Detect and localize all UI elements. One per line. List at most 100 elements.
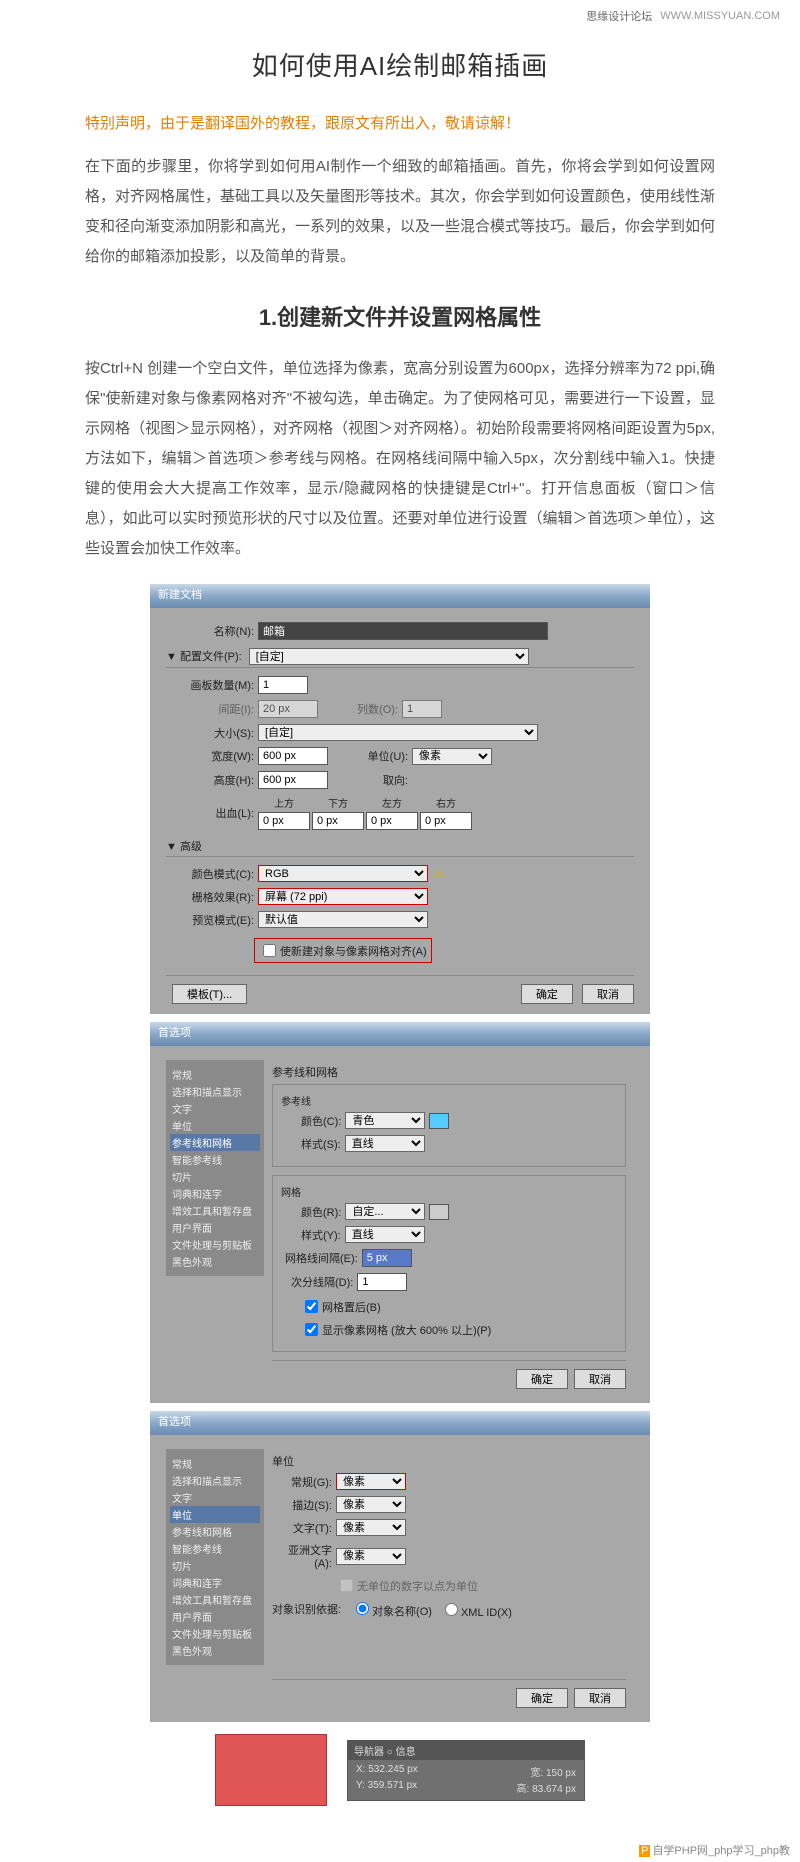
bleed-left-label: 左方 <box>366 795 418 810</box>
sidebar-item[interactable]: 切片 <box>170 1557 260 1574</box>
ok-button[interactable]: 确定 <box>521 984 573 1004</box>
dialog-title: 首选项 <box>150 1411 650 1435</box>
profile-label: 配置文件(P): <box>180 651 242 663</box>
ok-button[interactable]: 确定 <box>516 1369 568 1389</box>
sidebar-item[interactable]: 单位 <box>170 1117 260 1134</box>
bleed-top-label: 上方 <box>258 795 310 810</box>
grid-color-select[interactable]: 自定... <box>345 1203 425 1220</box>
ident-label: 对象识别依据: <box>272 1601 341 1617</box>
sidebar-item-guides[interactable]: 参考线和网格 <box>170 1134 260 1151</box>
bleed-bottom-input[interactable] <box>312 812 364 830</box>
grid-color-label: 颜色(R): <box>301 1204 341 1220</box>
sidebar-item[interactable]: 文字 <box>170 1100 260 1117</box>
ident-objname-radio[interactable] <box>356 1602 369 1615</box>
profile-select[interactable]: [自定] <box>249 648 529 665</box>
size-select[interactable]: [自定] <box>258 724 538 741</box>
colormode-select[interactable]: RGB <box>258 865 428 882</box>
grid-group-label: 网格 <box>281 1184 617 1199</box>
sidebar-item[interactable]: 选择和描点显示 <box>170 1472 260 1489</box>
bleed-left-input[interactable] <box>366 812 418 830</box>
ident-objname-label: 对象名称(O) <box>372 1606 432 1618</box>
sidebar-item[interactable]: 增效工具和暂存盘 <box>170 1202 260 1219</box>
info-panel: 导航器 ○ 信息 X: 532.245 px宽: 150 px Y: 359.5… <box>347 1740 585 1801</box>
ident-xml-radio[interactable] <box>445 1603 458 1616</box>
stroke-unit-label: 描边(S): <box>272 1497 332 1513</box>
ok-button[interactable]: 确定 <box>516 1688 568 1708</box>
sidebar-item[interactable]: 文件处理与剪贴板 <box>170 1625 260 1642</box>
sidebar-item[interactable]: 文件处理与剪贴板 <box>170 1236 260 1253</box>
forum-url: WWW.MISSYUAN.COM <box>660 10 780 22</box>
align-pixel-label: 使新建对象与像素网格对齐(A) <box>280 943 427 959</box>
raster-select[interactable]: 屏幕 (72 ppi) <box>258 888 428 905</box>
cancel-button[interactable]: 取消 <box>574 1369 626 1389</box>
stroke-unit-select[interactable]: 像素 <box>336 1496 406 1513</box>
cancel-button[interactable]: 取消 <box>582 984 634 1004</box>
no-unit-label: 无单位的数字以点为单位 <box>357 1578 478 1594</box>
sidebar-item[interactable]: 参考线和网格 <box>170 1523 260 1540</box>
grid-sub-input[interactable] <box>357 1273 407 1291</box>
artboards-input[interactable] <box>258 676 308 694</box>
sidebar-item[interactable]: 用户界面 <box>170 1608 260 1625</box>
intro-paragraph: 在下面的步骤里，你将学到如何用AI制作一个细致的邮箱插画。首先，你将会学到如何设… <box>85 152 715 272</box>
width-label: 宽度(W): <box>166 748 254 764</box>
sidebar-item[interactable]: 切片 <box>170 1168 260 1185</box>
preview-select[interactable]: 默认值 <box>258 911 428 928</box>
cancel-button[interactable]: 取消 <box>574 1688 626 1708</box>
show-pixel-grid-checkbox[interactable] <box>305 1323 318 1336</box>
sidebar-item[interactable]: 增效工具和暂存盘 <box>170 1591 260 1608</box>
general-unit-select[interactable]: 像素 <box>336 1473 406 1490</box>
info-y: Y: 359.571 px <box>356 1780 417 1795</box>
type-unit-select[interactable]: 像素 <box>336 1519 406 1536</box>
preview-label: 预览模式(E): <box>166 912 254 928</box>
footer-badge-icon: P <box>639 1845 650 1857</box>
spacing-input <box>258 700 318 718</box>
sidebar-item[interactable]: 黑色外观 <box>170 1253 260 1270</box>
grid-gap-input[interactable] <box>362 1249 412 1267</box>
guide-color-select[interactable]: 青色 <box>345 1112 425 1129</box>
grid-style-select[interactable]: 直线 <box>345 1226 425 1243</box>
bleed-top-input[interactable] <box>258 812 310 830</box>
footer-site[interactable]: 自学PHP网_php学习_php教 <box>652 1845 790 1857</box>
sidebar-item-units[interactable]: 单位 <box>170 1506 260 1523</box>
align-pixel-checkbox[interactable] <box>263 944 276 957</box>
guide-color-label: 颜色(C): <box>301 1113 341 1129</box>
section-1-body: 按Ctrl+N 创建一个空白文件，单位选择为像素，宽高分别设置为600px，选择… <box>85 354 715 564</box>
sidebar-item[interactable]: 选择和描点显示 <box>170 1083 260 1100</box>
sidebar-item[interactable]: 常规 <box>170 1455 260 1472</box>
name-input[interactable] <box>258 622 548 640</box>
bleed-right-input[interactable] <box>420 812 472 830</box>
units-heading: 单位 <box>272 1453 626 1469</box>
guides-heading: 参考线和网格 <box>272 1064 626 1080</box>
grid-back-checkbox[interactable] <box>305 1300 318 1313</box>
height-input[interactable] <box>258 771 328 789</box>
sidebar-item[interactable]: 黑色外观 <box>170 1642 260 1659</box>
sidebar-item[interactable]: 智能参考线 <box>170 1151 260 1168</box>
dialog-title: 首选项 <box>150 1022 650 1046</box>
guide-style-select[interactable]: 直线 <box>345 1135 425 1152</box>
show-pixel-grid-label: 显示像素网格 (放大 600% 以上)(P) <box>322 1322 491 1338</box>
sidebar-item[interactable]: 词典和连字 <box>170 1574 260 1591</box>
grid-color-swatch[interactable] <box>429 1204 449 1220</box>
grid-style-label: 样式(Y): <box>301 1227 341 1243</box>
article-title: 如何使用AI绘制邮箱插画 <box>85 46 715 83</box>
unit-select[interactable]: 像素 <box>412 748 492 765</box>
width-input[interactable] <box>258 747 328 765</box>
guide-color-swatch[interactable] <box>429 1113 449 1129</box>
no-unit-checkbox <box>340 1579 353 1592</box>
raster-label: 栅格效果(R): <box>166 889 254 905</box>
page-footer: P自学PHP网_php学习_php教 <box>0 1838 800 1862</box>
sample-rectangle <box>215 1734 327 1806</box>
sidebar-item[interactable]: 智能参考线 <box>170 1540 260 1557</box>
grid-back-label: 网格置后(B) <box>322 1299 381 1315</box>
sidebar-item[interactable]: 词典和连字 <box>170 1185 260 1202</box>
new-document-dialog: 新建文档 名称(N): ▼ 配置文件(P): [自定] 画板数量(M): 间距(… <box>150 584 650 1015</box>
disclaimer: 特别声明，由于是翻译国外的教程，跟原文有所出入，敬请谅解！ <box>85 111 715 137</box>
sidebar-item[interactable]: 文字 <box>170 1489 260 1506</box>
sidebar-item[interactable]: 常规 <box>170 1066 260 1083</box>
template-button[interactable]: 模板(T)... <box>172 984 247 1004</box>
asian-unit-select[interactable]: 像素 <box>336 1548 406 1565</box>
size-label: 大小(S): <box>166 725 254 741</box>
sidebar-item[interactable]: 用户界面 <box>170 1219 260 1236</box>
prefs-sidebar: 常规 选择和描点显示 文字 单位 参考线和网格 智能参考线 切片 词典和连字 增… <box>166 1060 264 1276</box>
info-panel-tabs[interactable]: 导航器 ○ 信息 <box>348 1741 584 1760</box>
